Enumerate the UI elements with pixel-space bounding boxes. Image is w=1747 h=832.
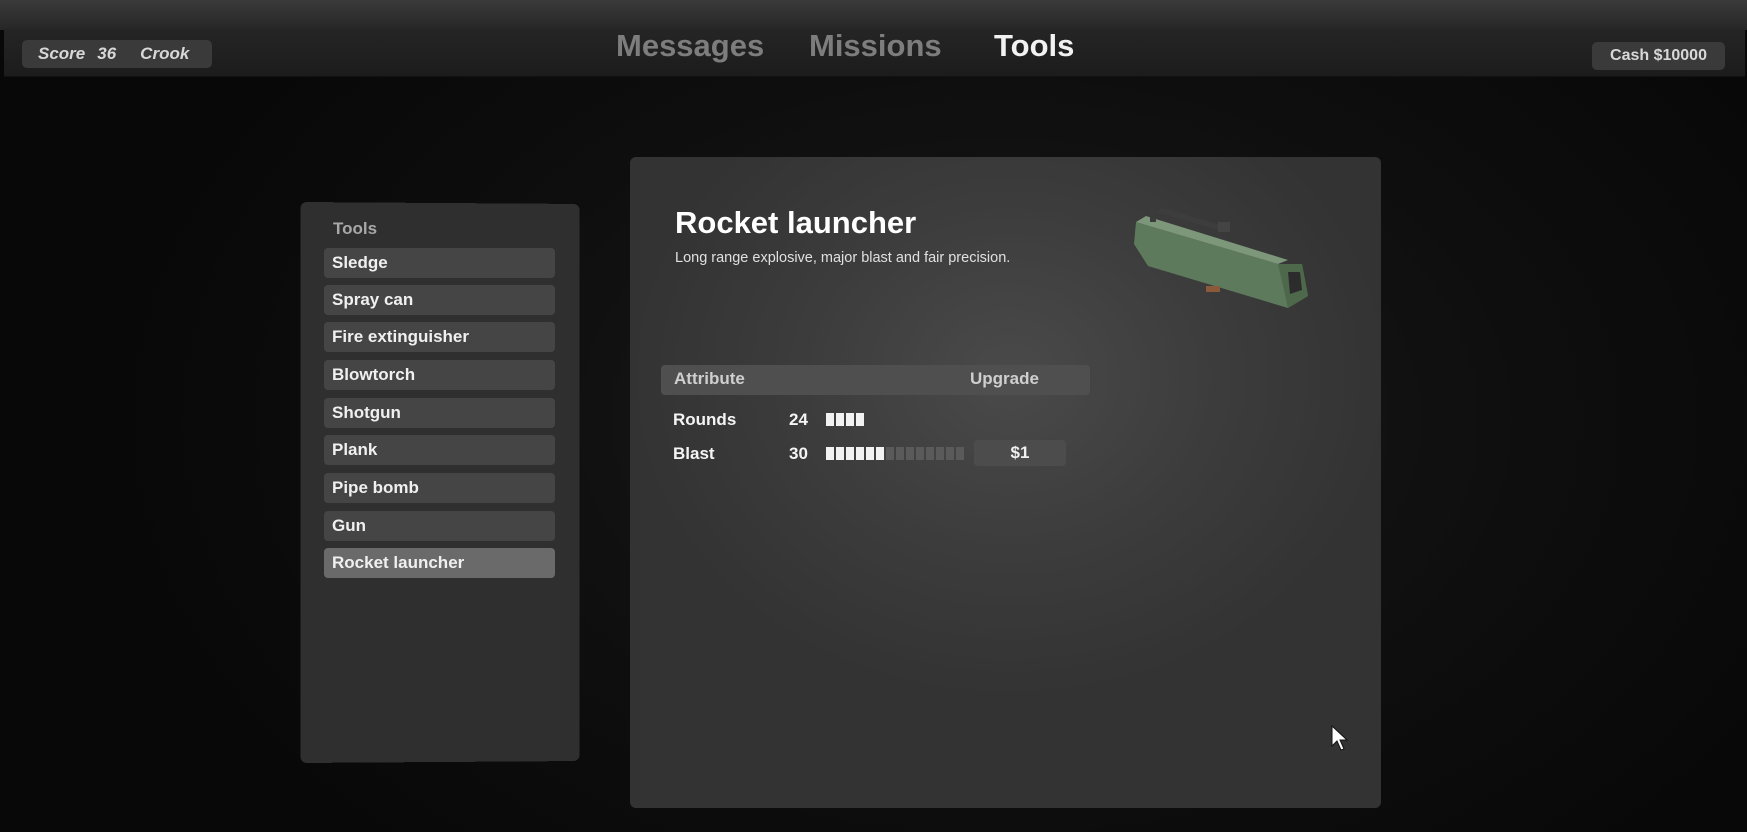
level-segment [876, 447, 884, 460]
level-segment [936, 447, 944, 460]
level-segment [846, 447, 854, 460]
tool-item-spray-can[interactable]: Spray can [324, 285, 555, 315]
tool-item-blowtorch[interactable]: Blowtorch [324, 360, 555, 390]
attribute-name-rounds: Rounds [673, 410, 737, 429]
attribute-column-header: Attribute [674, 369, 745, 388]
level-segment [856, 413, 864, 426]
tool-title: Rocket launcher [675, 205, 917, 240]
tool-item-shotgun[interactable]: Shotgun [324, 398, 555, 428]
level-segment [866, 447, 874, 460]
tab-missions[interactable]: Missions [809, 28, 942, 64]
tool-item-rocket-launcher[interactable]: Rocket launcher [324, 548, 555, 578]
blast-level-bar [826, 447, 964, 460]
rounds-level-bar [826, 413, 864, 426]
level-segment [856, 447, 864, 460]
level-segment [836, 413, 844, 426]
level-segment [886, 447, 894, 460]
tab-messages[interactable]: Messages [616, 28, 764, 64]
tool-item-plank[interactable]: Plank [324, 435, 555, 465]
top-strip [0, 0, 1747, 30]
level-segment [916, 447, 924, 460]
tool-item-gun[interactable]: Gun [324, 511, 555, 541]
level-segment [836, 447, 844, 460]
level-segment [926, 447, 934, 460]
tool-item-sledge[interactable]: Sledge [324, 248, 555, 278]
level-segment [826, 413, 834, 426]
cash-badge: Cash $10000 [1592, 42, 1725, 70]
upgrade-column-header: Upgrade [970, 369, 1039, 388]
rocket-launcher-model [1134, 208, 1308, 308]
tab-tools[interactable]: Tools [994, 28, 1074, 64]
tool-description: Long range explosive, major blast and fa… [675, 250, 1011, 266]
level-segment [826, 447, 834, 460]
level-segment [896, 447, 904, 460]
pointer-arrow-icon [1331, 725, 1349, 751]
score-value: 36 [97, 44, 117, 63]
upgrade-blast-button[interactable]: $1 [974, 440, 1066, 466]
player-rank: Crook [140, 44, 190, 63]
level-segment [846, 413, 854, 426]
level-segment [956, 447, 964, 460]
tools-list-header: Tools [333, 219, 378, 238]
tool-item-pipe-bomb[interactable]: Pipe bomb [324, 473, 555, 503]
attribute-name-blast: Blast [673, 444, 715, 463]
score-badge: Score 36 Crook [22, 40, 212, 68]
tool-item-fire-extinguisher[interactable]: Fire extinguisher [324, 322, 555, 352]
level-segment [946, 447, 954, 460]
attribute-value-blast: 30 [789, 444, 808, 463]
score-label: Score [38, 44, 86, 63]
level-segment [906, 447, 914, 460]
attribute-value-rounds: 24 [789, 410, 808, 429]
